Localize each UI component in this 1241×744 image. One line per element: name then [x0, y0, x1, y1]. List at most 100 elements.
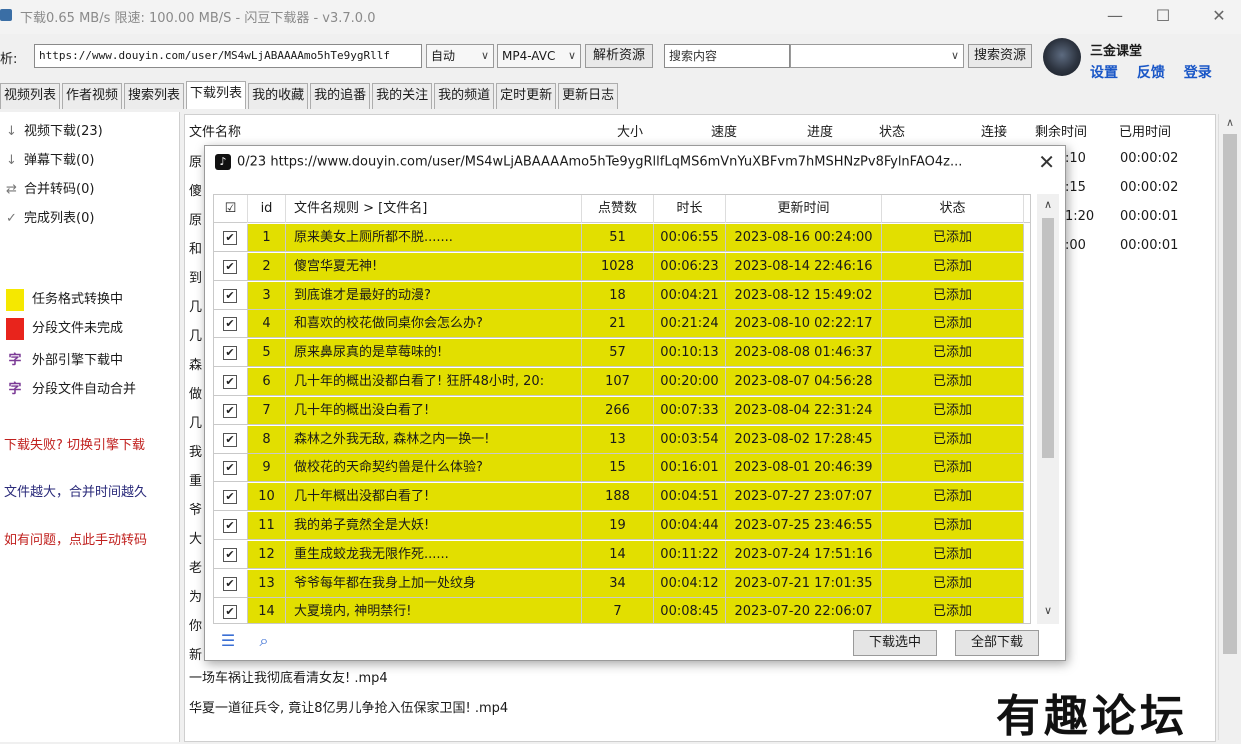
col-header-likes[interactable]: 点赞数	[582, 195, 654, 223]
tab-6[interactable]: 我的关注	[372, 83, 433, 109]
row-checkbox[interactable]: ✔	[223, 432, 237, 447]
avatar[interactable]	[1043, 38, 1081, 76]
row-checkbox[interactable]: ✔	[223, 605, 237, 620]
col-header-remaining[interactable]: 剩余时间	[1035, 121, 1087, 140]
tab-8[interactable]: 定时更新	[496, 83, 557, 109]
settings-link[interactable]: 设置	[1090, 65, 1118, 81]
tab-3[interactable]: 下载列表	[186, 81, 247, 109]
col-header-duration[interactable]: 时长	[654, 195, 726, 223]
search-button[interactable]: 搜索资源	[968, 44, 1032, 68]
table-row[interactable]: ✔ 12 重生成蛟龙我无限作死...... 14 00:11:22 2023-07-24 …	[214, 540, 1030, 569]
switch-engine-link[interactable]: 下载失败? 切换引擎下载	[4, 434, 145, 453]
row-checkbox[interactable]: ✔	[223, 259, 237, 274]
list-item[interactable]: 森	[189, 354, 202, 373]
tab-5[interactable]: 我的追番	[310, 83, 371, 109]
list-item[interactable]: 重	[189, 470, 202, 489]
col-header-status[interactable]: 状态	[882, 195, 1024, 223]
table-row[interactable]: ✔ 10 几十年概出没都白看了! 188 00:04:51 2023-07-27 23:0…	[214, 483, 1030, 512]
list-search-icon[interactable]: ⌕	[253, 630, 275, 652]
close-icon[interactable]: ✕	[1038, 150, 1055, 174]
list-item[interactable]: 我	[189, 441, 202, 460]
list-item[interactable]: 一场车祸让我彻底看清女友! .mp4	[189, 667, 388, 686]
col-header-filename-rule[interactable]: 文件名规则 > [文件名]	[286, 195, 582, 223]
auto-select[interactable]: 自动 ∨	[426, 44, 494, 68]
maximize-icon[interactable]: ☐	[1148, 4, 1178, 28]
col-header-id[interactable]: id	[248, 195, 286, 223]
list-item[interactable]: 几	[189, 296, 202, 315]
list-item[interactable]: 几	[189, 325, 202, 344]
table-scrollbar[interactable]: ∧ ∨	[1037, 194, 1059, 624]
tab-7[interactable]: 我的频道	[434, 83, 495, 109]
table-row[interactable]: ✔ 9 做校花的天命契约兽是什么体验? 15 00:16:01 2023-08-01 20…	[214, 454, 1030, 483]
table-row[interactable]: ✔ 2 傻宫华夏无神! 1028 00:06:23 2023-08-14 22:46:16…	[214, 252, 1030, 281]
table-row[interactable]: ✔ 3 到底谁才是最好的动漫? 18 00:04:21 2023-08-12 15:49:…	[214, 281, 1030, 310]
col-header-size[interactable]: 大小	[617, 121, 643, 140]
search-input[interactable]: 搜索内容	[664, 44, 790, 68]
row-checkbox[interactable]: ✔	[223, 519, 237, 533]
feedback-link[interactable]: 反馈	[1137, 65, 1165, 81]
list-item[interactable]: 傻	[189, 180, 202, 199]
scroll-up-icon[interactable]: ∧	[1219, 116, 1241, 129]
table-row[interactable]: ✔ 8 森林之外我无敌, 森林之内一换一! 13 00:03:54 2023-08-02 …	[214, 425, 1030, 454]
close-icon[interactable]: ✕	[1204, 4, 1234, 28]
format-select[interactable]: MP4-AVC ∨	[497, 44, 581, 68]
row-checkbox[interactable]: ✔	[223, 288, 237, 303]
search-select[interactable]: ∨	[790, 44, 964, 68]
table-row[interactable]: ✔ 13 爷爷每年都在我身上加一处纹身 34 00:04:12 2023-07-21 17…	[214, 569, 1030, 598]
select-all-checkbox[interactable]: ☑	[214, 195, 248, 223]
scroll-up-icon[interactable]: ∧	[1037, 198, 1059, 211]
list-item[interactable]: 为	[189, 586, 202, 605]
table-row[interactable]: ✔ 6 几十年的概出没都白看了! 狂肝48小时, 20: 107 00:20:00 202…	[214, 368, 1030, 396]
row-checkbox[interactable]: ✔	[223, 231, 237, 245]
col-header-status[interactable]: 状态	[879, 121, 905, 140]
list-item[interactable]: 做	[189, 383, 202, 402]
col-header-speed[interactable]: 速度	[711, 121, 737, 140]
download-all-button[interactable]: 全部下载	[955, 630, 1039, 656]
row-checkbox[interactable]: ✔	[223, 403, 237, 418]
sidebar-item-video-download[interactable]: ↓ 视频下载(23)	[6, 120, 103, 139]
login-link[interactable]: 登录	[1184, 65, 1212, 81]
tab-2[interactable]: 搜索列表	[124, 83, 185, 109]
sidebar-item-merge-transcode[interactable]: ⇄ 合并转码(0)	[6, 178, 94, 197]
download-selected-button[interactable]: 下载选中	[853, 630, 937, 656]
sidebar-item-danmaku-download[interactable]: ↓ 弹幕下载(0)	[6, 149, 94, 168]
list-item[interactable]: 新	[189, 644, 202, 663]
row-checkbox[interactable]: ✔	[223, 375, 237, 389]
sidebar-item-completed[interactable]: ✓ 完成列表(0)	[6, 207, 94, 226]
col-header-connections[interactable]: 连接	[981, 121, 1007, 140]
url-input[interactable]: https://www.douyin.com/user/MS4wLjABAAAA…	[34, 44, 422, 68]
table-row[interactable]: ✔ 11 我的弟子竟然全是大妖! 19 00:04:44 2023-07-25 23:46…	[214, 512, 1030, 540]
parse-button[interactable]: 解析资源	[585, 44, 653, 68]
table-row[interactable]: ✔ 14 大夏境内, 神明禁行! 7 00:08:45 2023-07-20 22:06:…	[214, 598, 1030, 623]
list-item[interactable]: 老	[189, 557, 202, 576]
row-checkbox[interactable]: ✔	[223, 576, 237, 591]
list-item[interactable]: 你	[189, 615, 202, 634]
manual-transcode-link[interactable]: 如有问题，点此手动转码	[4, 529, 147, 548]
scroll-thumb[interactable]	[1223, 134, 1237, 654]
table-row[interactable]: ✔ 5 原来鼻尿真的是草莓味的! 57 00:10:13 2023-08-08 01:46…	[214, 339, 1030, 368]
list-item[interactable]: 几	[189, 412, 202, 431]
tab-4[interactable]: 我的收藏	[248, 83, 309, 109]
list-item[interactable]: 和	[189, 238, 202, 257]
tab-0[interactable]: 视频列表	[0, 83, 61, 109]
tab-1[interactable]: 作者视频	[62, 83, 123, 109]
main-scrollbar[interactable]: ∧	[1218, 114, 1240, 740]
list-item[interactable]: 爷	[189, 499, 202, 518]
row-checkbox[interactable]: ✔	[223, 317, 237, 332]
col-header-filename[interactable]: 文件名称	[189, 121, 241, 140]
table-row[interactable]: ✔ 7 几十年的概出没白看了! 266 00:07:33 2023-08-04 22:31…	[214, 396, 1030, 425]
scroll-down-icon[interactable]: ∨	[1037, 604, 1059, 617]
col-header-elapsed[interactable]: 已用时间	[1119, 121, 1171, 140]
row-checkbox[interactable]: ✔	[223, 346, 237, 361]
col-header-progress[interactable]: 进度	[807, 121, 833, 140]
list-item[interactable]: 原	[189, 151, 202, 170]
row-checkbox[interactable]: ✔	[223, 547, 237, 562]
list-export-icon[interactable]: ☰	[217, 630, 239, 652]
col-header-updated[interactable]: 更新时间	[726, 195, 882, 223]
minimize-icon[interactable]: —	[1100, 4, 1130, 28]
row-checkbox[interactable]: ✔	[223, 461, 237, 476]
list-item[interactable]: 原	[189, 209, 202, 228]
row-checkbox[interactable]: ✔	[223, 490, 237, 505]
tab-9[interactable]: 更新日志	[558, 83, 619, 109]
table-row[interactable]: ✔ 1 原来美女上厕所都不脱....... 51 00:06:55 2023-08-16 …	[214, 224, 1030, 252]
